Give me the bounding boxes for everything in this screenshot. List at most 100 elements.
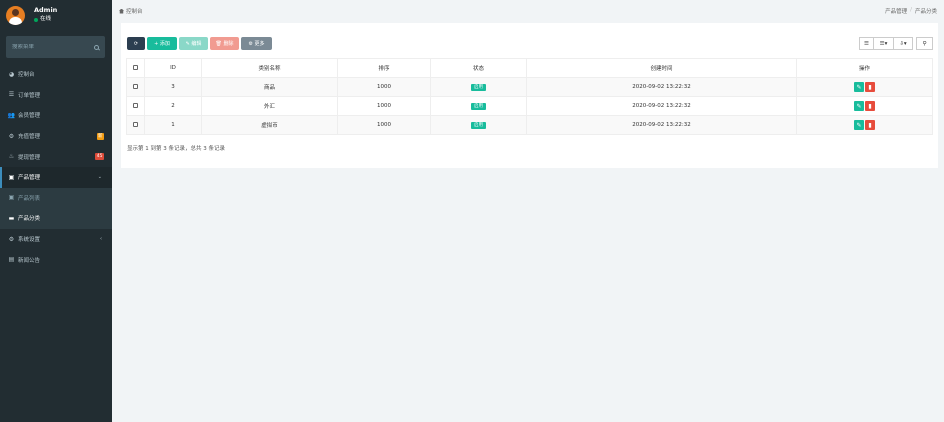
user-status-label: 在线 xyxy=(40,16,52,22)
topbar: 控制台 产品管理 / 产品分类 xyxy=(112,0,944,22)
cogs-icon: ⚙ xyxy=(8,235,15,243)
search-icon: ⚲ xyxy=(922,40,927,47)
cell-sort: 1000 xyxy=(337,115,431,135)
category-panel: ⟳ + 添加 ✎ 编辑 🗑 删除 ⚙ 更多 ☰ ☰▾ ⇩▾ ⚲ ID 类别名称 … xyxy=(121,23,938,168)
sidebar-item-label: 产品管理 xyxy=(18,175,41,182)
newspaper-icon: ▤ xyxy=(8,256,15,264)
edit-row-button[interactable]: ✎ xyxy=(854,82,864,92)
user-panel: Admin 在线 xyxy=(0,0,112,30)
cell-created: 2020-09-02 13:22:32 xyxy=(526,77,797,97)
columns-icon: ☰▾ xyxy=(879,40,888,47)
user-name: Admin xyxy=(34,6,58,14)
chevron-down-icon: ⌄ xyxy=(97,173,102,180)
row-checkbox[interactable] xyxy=(133,102,138,108)
breadcrumb: 产品管理 / 产品分类 xyxy=(885,7,937,15)
cell-id: 1 xyxy=(144,115,202,135)
col-created[interactable]: 创建时间 xyxy=(526,58,797,78)
dashboard-link[interactable]: 控制台 xyxy=(126,7,143,15)
export-button[interactable]: ⇩▾ xyxy=(893,37,913,50)
sidebar-item-product-category[interactable]: ▬ 产品分类 xyxy=(0,208,112,229)
cell-name: 外汇 xyxy=(201,96,338,116)
edit-row-button[interactable]: ✎ xyxy=(854,120,864,130)
cell-id: 2 xyxy=(144,96,202,116)
sidebar-item-label: 产品分类 xyxy=(18,216,41,223)
col-id[interactable]: ID xyxy=(144,58,202,78)
more-button[interactable]: ⚙ 更多 xyxy=(241,37,272,50)
bag-icon: ▣ xyxy=(8,173,15,181)
col-status[interactable]: 状态 xyxy=(430,58,527,78)
sidebar-item-withdraw[interactable]: ♨ 提现管理 45 xyxy=(0,146,112,167)
delete-row-button[interactable]: ▮ xyxy=(865,120,875,130)
delete-row-button[interactable]: ▮ xyxy=(865,82,875,92)
search-icon[interactable] xyxy=(94,44,99,50)
card-icon: ▬ xyxy=(8,214,15,222)
sidebar-item-product-list[interactable]: ▣ 产品列表 xyxy=(0,187,112,209)
avatar[interactable] xyxy=(6,5,25,25)
row-select-cell xyxy=(126,96,145,116)
sidebar-item-label: 新闻公告 xyxy=(18,257,41,264)
select-all-cell xyxy=(126,58,145,78)
cell-name: 虚拟币 xyxy=(201,115,338,135)
sidebar-item-recharge[interactable]: ⚙ 充值管理 新 xyxy=(0,126,112,147)
row-select-cell xyxy=(126,115,145,135)
select-all-checkbox[interactable] xyxy=(133,64,138,70)
col-ops: 操作 xyxy=(796,58,933,78)
cell-name: 商品 xyxy=(201,77,338,97)
dashboard-icon: ◕ xyxy=(8,70,15,78)
flame-icon: ♨ xyxy=(8,153,15,161)
sidebar-item-orders[interactable]: ☰ 订单管理 xyxy=(0,85,112,106)
delete-button[interactable]: 🗑 删除 xyxy=(210,37,239,50)
breadcrumb-item: 产品分类 xyxy=(914,9,937,15)
table-row[interactable]: 2 外汇 1000 启用 2020-09-02 13:22:32 ✎ ▮ xyxy=(126,96,933,116)
edit-button[interactable]: ✎ 编辑 xyxy=(179,37,208,50)
sidebar-item-news[interactable]: ▤ 新闻公告 xyxy=(0,249,112,270)
sidebar-item-products[interactable]: ▣ 产品管理 ⌄ xyxy=(0,166,112,188)
list-icon: ☰ xyxy=(8,91,15,99)
breadcrumb-separator: / xyxy=(910,7,912,13)
col-sort[interactable]: 排序 xyxy=(337,58,431,78)
edit-row-button[interactable]: ✎ xyxy=(854,101,864,111)
export-icon: ⇩▾ xyxy=(899,40,907,47)
row-checkbox[interactable] xyxy=(133,121,138,127)
toggle-view-button[interactable]: ☰ xyxy=(859,37,873,50)
cell-sort: 1000 xyxy=(337,77,431,97)
table-row[interactable]: 3 商品 1000 启用 2020-09-02 13:22:32 ✎ ▮ xyxy=(126,77,933,97)
sidebar-item-label: 订单管理 xyxy=(18,92,41,99)
status-badge: 启用 xyxy=(471,121,486,129)
refresh-button[interactable]: ⟳ xyxy=(127,37,145,50)
cell-status: 启用 xyxy=(430,96,527,116)
sidebar-search xyxy=(6,36,105,58)
table-tools: ☰ ☰▾ ⇩▾ ⚲ xyxy=(859,37,933,50)
sidebar-item-label: 产品列表 xyxy=(18,195,41,202)
sidebar: Admin 在线 ◕ 控制台 ☰ 订单管理 👥 会员管理 ⚙ 充值管理 新 xyxy=(0,0,112,422)
category-table: ID 类别名称 排序 状态 创建时间 操作 3 商品 1000 启用 2020-… xyxy=(126,58,933,135)
sidebar-menu: ◕ 控制台 ☰ 订单管理 👥 会员管理 ⚙ 充值管理 新 ♨ 提现管理 45 ▣… xyxy=(0,64,112,270)
cell-sort: 1000 xyxy=(337,96,431,116)
user-info: Admin 在线 xyxy=(34,6,57,24)
sidebar-item-members[interactable]: 👥 会员管理 xyxy=(0,105,112,126)
search-input[interactable] xyxy=(12,44,82,50)
table-search-button[interactable]: ⚲ xyxy=(916,37,933,50)
cell-status: 启用 xyxy=(430,77,527,97)
columns-button[interactable]: ☰▾ xyxy=(873,37,893,50)
row-checkbox[interactable] xyxy=(133,83,138,89)
cell-ops: ✎ ▮ xyxy=(796,77,933,97)
pagination-summary: 显示第 1 到第 3 条记录，总共 3 条记录 xyxy=(127,146,225,152)
col-name[interactable]: 类别名称 xyxy=(201,58,338,78)
cell-created: 2020-09-02 13:22:32 xyxy=(526,115,797,135)
add-button[interactable]: + 添加 xyxy=(147,37,177,50)
sidebar-item-label: 控制台 xyxy=(18,72,35,79)
sidebar-item-settings[interactable]: ⚙ 系统设置 ‹ xyxy=(0,229,112,250)
chevron-left-icon: ‹ xyxy=(100,235,102,242)
users-icon: 👥 xyxy=(7,111,16,119)
sidebar-item-label: 提现管理 xyxy=(18,154,41,161)
sidebar-item-dashboard[interactable]: ◕ 控制台 xyxy=(0,64,112,85)
cell-ops: ✎ ▮ xyxy=(796,96,933,116)
sidebar-item-label: 充值管理 xyxy=(18,134,41,141)
main-content: 控制台 产品管理 / 产品分类 ⟳ + 添加 ✎ 编辑 🗑 删除 ⚙ 更多 ☰ … xyxy=(112,0,944,422)
delete-row-button[interactable]: ▮ xyxy=(865,101,875,111)
breadcrumb-item[interactable]: 产品管理 xyxy=(885,7,907,15)
table-row[interactable]: 1 虚拟币 1000 启用 2020-09-02 13:22:32 ✎ ▮ xyxy=(126,115,933,135)
cell-status: 启用 xyxy=(430,115,527,135)
badge-count: 45 xyxy=(95,153,104,161)
